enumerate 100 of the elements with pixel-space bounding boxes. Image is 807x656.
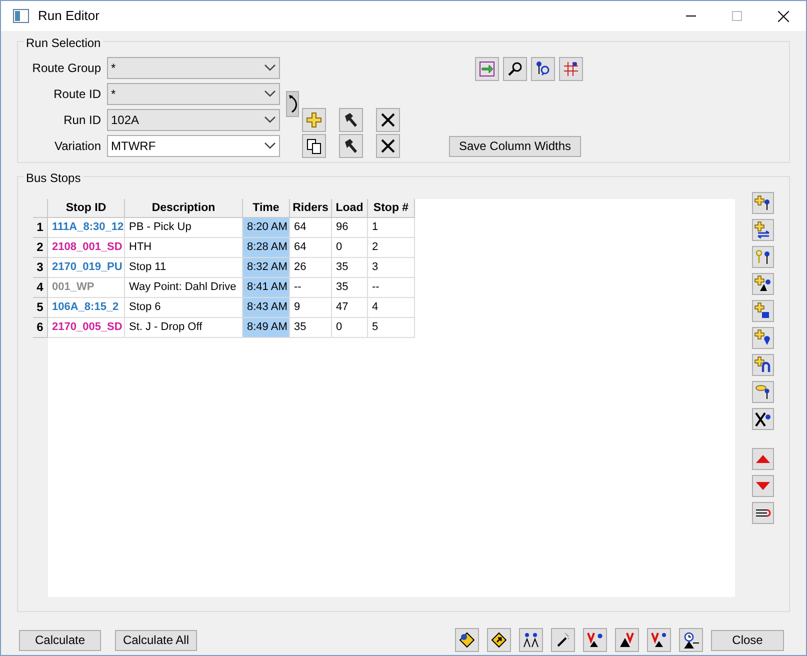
dropdown-field[interactable]: * [107,83,280,105]
window-title: Run Editor [38,7,100,26]
dropdown-field[interactable]: * [107,57,280,79]
icon-button[interactable] [752,502,774,524]
field-label: Run ID [62,112,102,129]
minimize-icon [686,15,696,17]
icon-button[interactable] [752,381,774,403]
field-label: Route Group [31,60,102,77]
table-cell: 8:32 AM [243,258,290,278]
table-cell: 47 [332,298,368,318]
x-icon [379,111,397,129]
table-cell: 0 [332,318,368,338]
chevron-down-icon [264,142,276,150]
table-cell: 111A_8:30_12 [48,218,125,238]
hammer-icon [342,137,360,155]
icon-button[interactable] [615,628,639,652]
maximize-icon [732,11,742,21]
x-icon [379,137,397,155]
table-cell: 2 [368,238,415,258]
curved-arrow-icon [288,94,298,114]
plus-figure-icon [754,275,772,293]
icon-button[interactable] [752,327,774,349]
icon-button[interactable] [376,134,400,158]
row-header: 4 [33,278,48,298]
table-cell: 8:43 AM [243,298,290,318]
table-cell: 001_WP [48,278,125,298]
chevron-down-icon [264,116,276,124]
table-cell: 2108_001_SD [48,238,125,258]
table-cell: 8:28 AM [243,238,290,258]
plus-icon [305,111,323,129]
icon-button[interactable] [752,246,774,268]
table-cell: 8:49 AM [243,318,290,338]
pin-magnifier-icon [534,60,552,78]
chevron-down-icon [264,90,276,98]
icon-button[interactable] [455,628,479,652]
save-column-widths-button[interactable]: Save Column Widths [449,136,581,156]
table-cell: 35 [332,278,368,298]
icon-button[interactable] [339,108,363,132]
table-cell: 4 [368,298,415,318]
column-header[interactable]: Stop # [368,199,415,218]
plus-pin-icon [754,194,772,212]
plus-uturn-icon [754,356,772,374]
magnifier-icon [506,60,524,78]
icon-button[interactable] [752,300,774,322]
table-cell: 2170_005_SD [48,318,125,338]
icon-button[interactable] [302,134,326,158]
tag-pin-icon [754,383,772,401]
icon-button[interactable] [752,219,774,241]
table-cell: 8:41 AM [243,278,290,298]
grid-pin-icon [562,60,580,78]
icon-button[interactable] [583,628,607,652]
icon-button[interactable] [286,91,299,117]
table-cell: 96 [332,218,368,238]
table-cell: 0 [332,238,368,258]
icon-button[interactable] [551,628,575,652]
table-cell: 5 [368,318,415,338]
column-header[interactable]: Riders [290,199,332,218]
field-label: Variation [54,138,102,155]
table-cell: 64 [290,238,332,258]
table-cell: 1 [368,218,415,238]
calculate-button[interactable]: Calculate [19,630,101,650]
table-cell: 35 [290,318,332,338]
row-header: 5 [33,298,48,318]
icon-button[interactable] [487,628,511,652]
icon-button[interactable] [376,108,400,132]
people-icon [522,631,540,649]
chevron-down-icon [264,64,276,72]
icon-button[interactable] [647,628,671,652]
table-cell: 9 [290,298,332,318]
table-cell: 26 [290,258,332,278]
calculate-button[interactable]: Calculate All [115,630,197,650]
close-icon [778,10,788,22]
icon-button[interactable] [339,134,363,158]
icon-button[interactable] [679,628,703,652]
table-cell: -- [290,278,332,298]
arrows-icon [478,60,496,78]
column-header[interactable]: Description [125,199,243,218]
plus-swap-icon [754,221,772,239]
dropdown-field[interactable]: 102A [107,109,280,131]
arrow-sign-icon [490,631,508,649]
table-cell: 8:20 AM [243,218,290,238]
icon-button[interactable] [752,408,774,430]
v-figure-icon [586,631,604,649]
icon-button[interactable] [503,57,527,81]
icon-button[interactable] [752,192,774,214]
row-header: 6 [33,318,48,338]
icon-button[interactable] [519,628,543,652]
column-header[interactable]: Stop ID [48,199,125,218]
close-dialog-button[interactable]: Close [711,630,784,650]
icon-button[interactable] [752,273,774,295]
column-header[interactable]: Load [332,199,368,218]
v-figure-icon [650,631,668,649]
icon-button[interactable] [752,354,774,376]
hammer-icon [342,111,360,129]
table-cell: 35 [332,258,368,278]
plus-square-icon [754,302,772,320]
icon-button[interactable] [531,57,555,81]
field-label: Route ID [52,86,102,103]
table-cell: 64 [290,218,332,238]
dropdown-field[interactable]: MTWRF [107,135,280,157]
